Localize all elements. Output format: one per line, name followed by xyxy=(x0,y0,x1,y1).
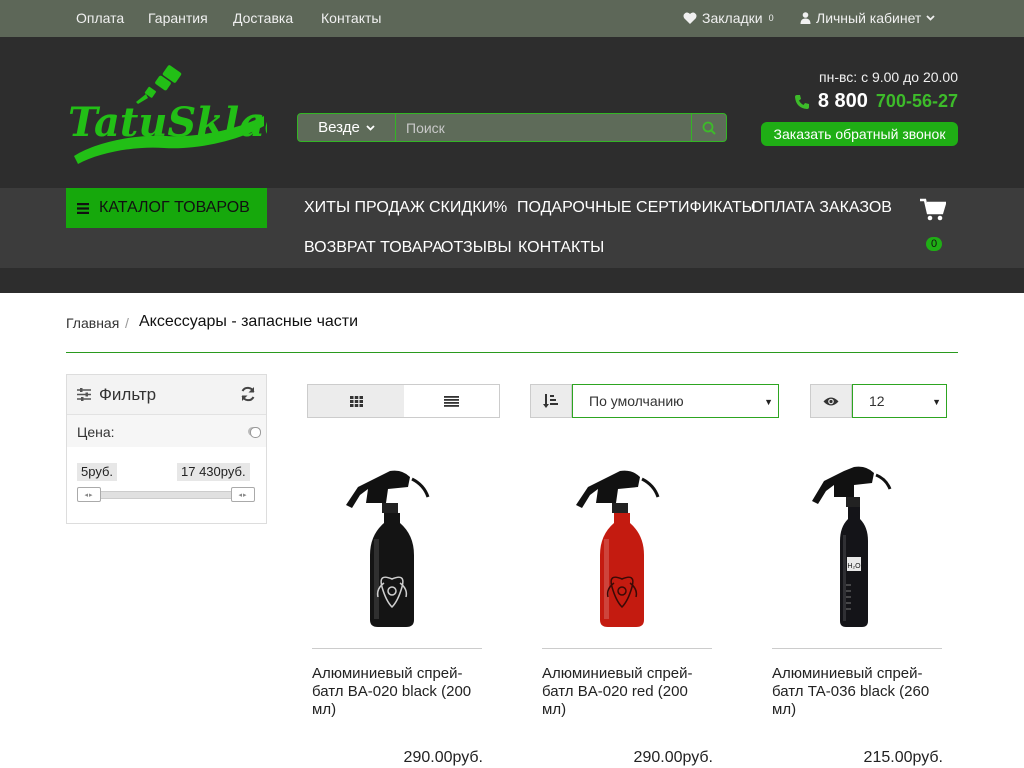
cart-icon xyxy=(920,198,947,221)
menu-icon xyxy=(77,202,89,214)
nav-link-gift-certificates[interactable]: ПОДАРОЧНЫЕ СЕРТИФИКАТЫ xyxy=(517,199,756,217)
heart-icon xyxy=(683,12,697,24)
refresh-icon[interactable] xyxy=(240,386,256,407)
account-link[interactable]: Личный кабинет xyxy=(800,10,935,26)
top-link-warranty[interactable]: Гарантия xyxy=(148,10,208,26)
search-bar: Везде xyxy=(297,113,727,142)
phone-number: 700-56-27 xyxy=(875,91,958,111)
list-icon xyxy=(444,395,459,407)
price-toggle[interactable] xyxy=(248,427,261,438)
product-image[interactable] xyxy=(312,455,484,638)
breadcrumb-separator: / xyxy=(125,315,129,331)
product-name[interactable]: Алюминиевый спрей-батл BA-020 red (200 м… xyxy=(542,665,714,719)
phone-block[interactable]: 8 800 700-56-27 xyxy=(794,90,958,113)
product-price: 215.00руб. xyxy=(863,749,943,766)
product-card[interactable]: Алюминиевый спрей-батл BA-020 black (200… xyxy=(312,455,484,768)
divider xyxy=(542,648,712,649)
product-price: 290.00руб. xyxy=(403,749,483,766)
price-max: 17 430руб. xyxy=(177,463,250,481)
top-link-payment[interactable]: Оплата xyxy=(76,10,124,26)
bookmarks-count: 0 xyxy=(768,13,774,23)
product-name[interactable]: Алюминиевый спрей-батл TA-036 black (260… xyxy=(772,665,944,719)
bottle-label: H₂O xyxy=(847,563,861,570)
product-card[interactable]: Алюминиевый спрей-батл BA-020 red (200 м… xyxy=(542,455,714,768)
sliders-icon xyxy=(77,388,91,401)
filter-panel: Фильтр Цена: 5руб. 17 430руб. ◂▸ ◂▸ xyxy=(66,374,267,524)
working-hours: пн-вс: с 9.00 до 20.00 xyxy=(819,69,958,85)
price-label: Цена: xyxy=(77,424,115,440)
search-input[interactable] xyxy=(396,114,691,141)
nav-link-returns[interactable]: ВОЗВРАТ ТОВАРА xyxy=(304,239,443,257)
product-name[interactable]: Алюминиевый спрей-батл BA-020 black (200… xyxy=(312,665,484,719)
catalog-button[interactable]: КАТАЛОГ ТОВАРОВ xyxy=(66,188,267,228)
account-label: Личный кабинет xyxy=(816,10,922,26)
bookmarks-link[interactable]: Закладки 0 xyxy=(683,10,774,26)
divider xyxy=(66,352,958,353)
divider xyxy=(772,648,942,649)
user-icon xyxy=(800,12,811,24)
phone-icon xyxy=(794,94,809,109)
filter-title: Фильтр xyxy=(99,384,157,404)
top-link-delivery[interactable]: Доставка xyxy=(233,10,293,26)
search-scope-select[interactable]: Везде xyxy=(298,114,396,141)
breadcrumb-current: Аксессуары - запасные части xyxy=(139,313,359,330)
caret-down-icon: ▼ xyxy=(764,397,773,407)
product-image[interactable] xyxy=(542,455,714,638)
breadcrumb-home[interactable]: Главная xyxy=(66,315,119,331)
view-toggle xyxy=(307,384,500,418)
phone-prefix: 8 800 xyxy=(817,90,868,112)
nav-link-contacts[interactable]: КОНТАКТЫ xyxy=(518,239,604,257)
product-price: 290.00руб. xyxy=(633,749,713,766)
price-min: 5руб. xyxy=(77,463,118,481)
eye-icon xyxy=(810,384,852,418)
sort-value: По умолчанию xyxy=(589,393,684,409)
sort-icon xyxy=(530,384,572,418)
site-logo[interactable]: TatuSklad xyxy=(66,64,293,168)
caret-down-icon: ▼ xyxy=(932,397,941,407)
search-scope-label: Везде xyxy=(318,119,360,136)
nav-link-bestsellers[interactable]: ХИТЫ ПРОДАЖ xyxy=(304,199,425,217)
bookmarks-label: Закладки xyxy=(702,10,763,26)
chevron-down-icon xyxy=(926,15,935,21)
nav-link-discounts[interactable]: СКИДКИ% xyxy=(429,199,507,217)
product-image[interactable]: H₂O xyxy=(772,455,944,638)
limit-select[interactable]: 12 ▼ xyxy=(852,384,947,418)
cart-button[interactable] xyxy=(920,198,947,227)
cart-count-badge: 0 xyxy=(926,237,942,251)
nav-link-reviews[interactable]: ОТЗЫВЫ xyxy=(441,239,512,257)
divider xyxy=(312,648,482,649)
grid-view-button[interactable] xyxy=(308,385,404,417)
nav-strip xyxy=(0,268,1024,293)
grid-icon xyxy=(349,395,363,407)
top-link-contacts[interactable]: Контакты xyxy=(321,10,381,26)
nav-link-order-payment[interactable]: ОПЛАТА ЗАКАЗОВ xyxy=(751,199,892,217)
price-slider-max-handle[interactable]: ◂▸ xyxy=(231,487,255,502)
search-icon xyxy=(702,121,716,135)
limit-value: 12 xyxy=(869,393,885,409)
filter-header: Фильтр xyxy=(67,375,266,415)
price-slider-min-handle[interactable]: ◂▸ xyxy=(77,487,101,502)
catalog-label: КАТАЛОГ ТОВАРОВ xyxy=(99,199,250,216)
logo-text: TatuSklad xyxy=(68,99,267,146)
chevron-down-icon xyxy=(366,124,375,131)
sort-select[interactable]: По умолчанию ▼ xyxy=(572,384,779,418)
search-button[interactable] xyxy=(691,114,726,141)
price-slider-track[interactable] xyxy=(77,491,255,499)
product-card[interactable]: H₂O Алюминиевый спрей-батл TA-036 black … xyxy=(772,455,944,768)
callback-button[interactable]: Заказать обратный звонок xyxy=(761,122,958,146)
list-view-button[interactable] xyxy=(404,385,499,417)
